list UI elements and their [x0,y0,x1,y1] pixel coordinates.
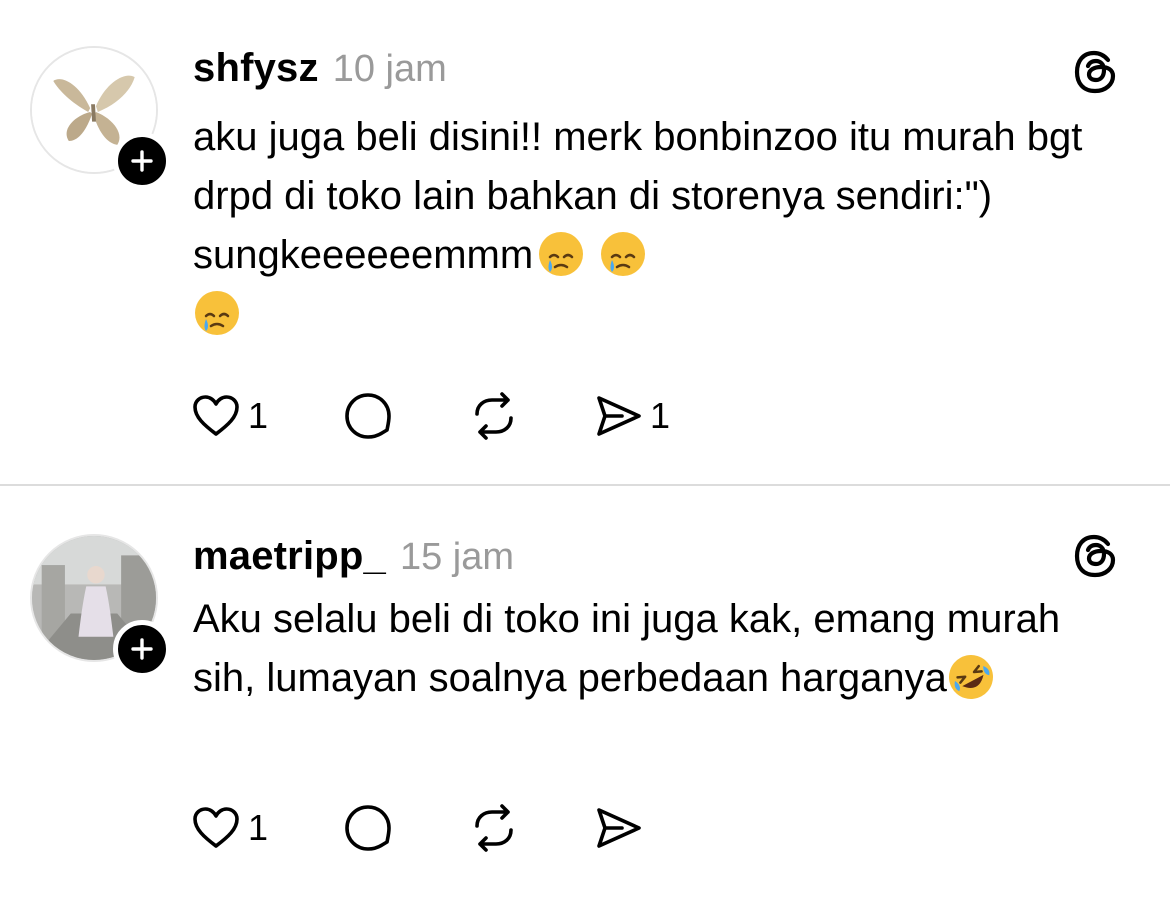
follow-button[interactable] [113,620,171,678]
face-holding-back-tears-icon [599,230,647,278]
share-button[interactable] [592,800,644,856]
post-header: shfysz 10 jam [193,46,447,94]
like-button[interactable]: 1 [190,388,342,444]
repost-icon [475,804,513,852]
repost-icon [475,392,513,440]
username[interactable]: maetripp_ [193,534,386,579]
post-text: aku juga beli disini!! merk bonbinzoo it… [193,108,1093,344]
like-count: 1 [248,395,269,436]
timestamp: 15 jam [399,536,515,578]
send-icon [597,808,641,848]
like-button[interactable]: 1 [190,800,342,856]
comment-icon [345,393,391,439]
reply-button[interactable] [342,388,468,444]
comment-icon [345,805,391,851]
timestamp: 10 jam [332,48,447,90]
face-holding-back-tears-icon [537,230,585,278]
action-bar: 1 1 [190,388,670,444]
repost-button[interactable] [468,800,592,856]
post-text: Aku selalu beli di toko ini juga kak, em… [193,590,1093,708]
share-button[interactable]: 1 [592,388,670,444]
post: shfysz 10 jam aku juga beli disini!! mer… [0,0,1170,484]
post-header: maetripp_ 15 jam [193,534,514,582]
heart-icon [193,395,239,436]
threads-logo-icon[interactable] [1070,530,1122,582]
action-bar: 1 [190,800,644,856]
share-count: 1 [650,395,671,436]
heart-icon [193,807,239,848]
send-icon [597,396,641,436]
plus-icon [131,150,153,172]
threads-logo-icon[interactable] [1070,46,1122,98]
like-count: 1 [248,807,269,848]
repost-button[interactable] [468,388,592,444]
rolling-on-floor-laughing-icon [947,653,995,701]
plus-icon [131,638,153,660]
username[interactable]: shfysz [193,46,319,91]
post: maetripp_ 15 jam Aku selalu beli di toko… [0,486,1170,899]
face-holding-back-tears-icon [193,289,241,337]
follow-button[interactable] [113,132,171,190]
reply-button[interactable] [342,800,468,856]
post-text-content: Aku selalu beli di toko ini juga kak, em… [193,597,1072,700]
